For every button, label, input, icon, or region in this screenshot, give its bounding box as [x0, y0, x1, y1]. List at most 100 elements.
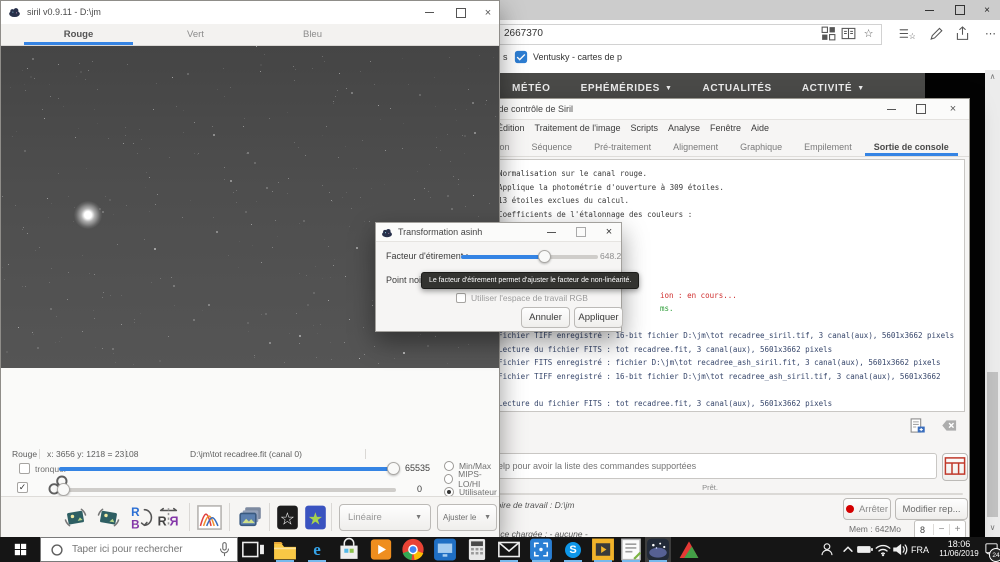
command-button[interactable] — [942, 453, 968, 481]
tab-bleu[interactable]: Bleu — [254, 24, 371, 45]
nav-activite[interactable]: ACTIVITÉ ▼ — [802, 83, 865, 94]
rgb-workspace-checkbox[interactable] — [456, 293, 466, 303]
high-slider-knob[interactable] — [387, 462, 400, 475]
change-dir-button[interactable]: Modifier rep... — [895, 498, 968, 520]
menu-analyse[interactable]: Analyse — [668, 123, 700, 133]
hub-icon[interactable]: ☆ — [898, 25, 915, 42]
cancel-button[interactable]: Annuler — [521, 307, 570, 328]
hidden-icons-chevron-icon[interactable] — [839, 537, 857, 562]
web-note-icon[interactable] — [928, 25, 945, 42]
menu-traitement-de-l-image[interactable]: Traitement de l'image — [535, 123, 621, 133]
bookmark-fragment[interactable]: s — [503, 52, 508, 62]
nav-meteo[interactable]: MÉTÉO — [512, 83, 551, 94]
command-input[interactable] — [461, 453, 937, 479]
bookmark-ventusky[interactable]: Ventusky - cartes de p — [533, 52, 626, 62]
star-detect-button[interactable]: ☆ — [275, 505, 300, 530]
tab-vert[interactable]: Vert — [137, 24, 254, 45]
search-input[interactable] — [70, 543, 216, 556]
edge-minimize-button[interactable] — [915, 0, 943, 20]
wifi-icon[interactable] — [874, 537, 892, 562]
console-tab-graphique[interactable]: Graphique — [729, 137, 793, 156]
page-scrollbar[interactable]: ∧ ∨ — [985, 70, 1000, 537]
nav-ephemerides[interactable]: EPHÉMÉRIDES ▼ — [581, 83, 673, 94]
scroll-thumb[interactable] — [987, 372, 998, 517]
stop-button[interactable]: Arrêter — [843, 498, 891, 520]
taskbar-edge-icon[interactable]: e — [304, 537, 330, 562]
clear-console-icon[interactable] — [941, 417, 958, 434]
main-titlebar[interactable]: siril v0.9.11 - D:\jm × — [1, 1, 499, 25]
histogram-button[interactable] — [197, 505, 222, 530]
taskbar-chrome-icon[interactable] — [400, 537, 426, 562]
rotate-right-button[interactable] — [96, 505, 121, 530]
zoom-dropdown[interactable]: Ajuster le zoom ▼ — [437, 504, 497, 531]
menu-scripts[interactable]: Scripts — [630, 123, 658, 133]
menu-aide[interactable]: Aide — [751, 123, 769, 133]
spinner-decrement[interactable]: − — [933, 524, 949, 535]
action-center-button[interactable]: 24 — [984, 541, 1000, 562]
console-close-button[interactable]: × — [939, 99, 967, 119]
spinner-increment[interactable]: + — [949, 524, 965, 535]
taskbar-search[interactable] — [40, 537, 238, 562]
main-close-button[interactable]: × — [477, 1, 499, 24]
menu-fenetre[interactable]: Fenêtre — [710, 123, 741, 133]
taskbar-mail-icon[interactable] — [496, 537, 522, 562]
star-color-button[interactable]: ★ — [303, 505, 328, 530]
dialog-maximize-button[interactable] — [569, 223, 593, 241]
console-titlebar[interactable]: Fenêtre de contrôle de Siril × — [451, 99, 969, 120]
console-tab-sortie-de-console[interactable]: Sortie de console — [863, 137, 960, 156]
dialog-titlebar[interactable]: Transformation asinh × — [376, 223, 621, 242]
taskbar-file-explorer-icon[interactable] — [272, 537, 298, 562]
console-tab-alignement[interactable]: Alignement — [662, 137, 729, 156]
people-icon[interactable] — [818, 537, 836, 562]
scroll-down-icon[interactable]: ∨ — [985, 523, 1000, 532]
taskbar-task-view-icon[interactable] — [240, 537, 266, 562]
language-indicator[interactable]: FRA — [911, 545, 929, 555]
more-icon[interactable]: ⋯ — [982, 25, 999, 42]
menu-edition[interactable]: Édition — [497, 123, 525, 133]
display-mode-dropdown[interactable]: Linéaire ▼ — [339, 504, 431, 531]
low-slider-knob[interactable] — [57, 483, 70, 496]
microphone-icon[interactable] — [216, 541, 233, 558]
taskbar-store-icon[interactable] — [336, 537, 362, 562]
dialog-close-button[interactable]: × — [598, 223, 620, 241]
dialog-minimize-button[interactable] — [539, 223, 563, 241]
scroll-up-icon[interactable]: ∧ — [985, 72, 1000, 81]
rotate-left-button[interactable] — [63, 505, 88, 530]
taskbar-video-app-icon[interactable] — [368, 537, 394, 562]
console-minimize-button[interactable] — [877, 99, 905, 119]
main-minimize-button[interactable] — [415, 1, 443, 24]
reading-view-icon[interactable] — [840, 25, 857, 42]
mirror-horizontal-button[interactable]: RЯ — [156, 505, 181, 530]
image-stack-button[interactable] — [238, 505, 263, 530]
flip-red-blue-button[interactable]: RB — [128, 505, 153, 531]
taskbar-photos-icon[interactable] — [676, 537, 702, 562]
start-button[interactable] — [0, 537, 40, 562]
clock[interactable]: 18:06 11/06/2019 — [933, 539, 985, 559]
radio-mips-lo-hi[interactable]: MIPS-LO/HI — [444, 469, 499, 489]
volume-icon[interactable] — [891, 537, 909, 562]
battery-icon[interactable] — [856, 537, 874, 562]
taskbar-siril-icon[interactable] — [645, 537, 671, 562]
taskbar-calculator-icon[interactable] — [464, 537, 490, 562]
edge-maximize-button[interactable] — [946, 0, 974, 20]
console-maximize-button[interactable] — [907, 99, 935, 119]
edge-close-button[interactable]: × — [974, 0, 1000, 20]
truncate-checkbox[interactable] — [19, 463, 30, 474]
taskbar-remote-desktop-icon[interactable] — [432, 537, 458, 562]
low-slider[interactable] — [59, 488, 396, 492]
console-tab-pre-traitement[interactable]: Pré-traitement — [583, 137, 662, 156]
taskbar-notes-icon[interactable] — [618, 537, 644, 562]
main-maximize-button[interactable] — [447, 1, 475, 24]
console-tab-empilement[interactable]: Empilement — [793, 137, 863, 156]
link-checkbox[interactable]: ✓ — [17, 482, 28, 493]
favorite-star-icon[interactable]: ☆ — [860, 25, 877, 42]
taskbar-media-player-icon[interactable] — [590, 537, 616, 562]
export-log-icon[interactable] — [909, 417, 926, 434]
taskbar-snip-icon[interactable] — [528, 537, 554, 562]
nav-actualites[interactable]: ACTUALITÉS — [703, 83, 772, 94]
tab-rouge[interactable]: Rouge — [20, 24, 137, 45]
apply-button[interactable]: Appliquer — [574, 307, 623, 328]
stretch-slider-knob[interactable] — [538, 250, 551, 263]
tracking-icon[interactable] — [820, 25, 837, 42]
share-icon[interactable] — [954, 25, 971, 42]
